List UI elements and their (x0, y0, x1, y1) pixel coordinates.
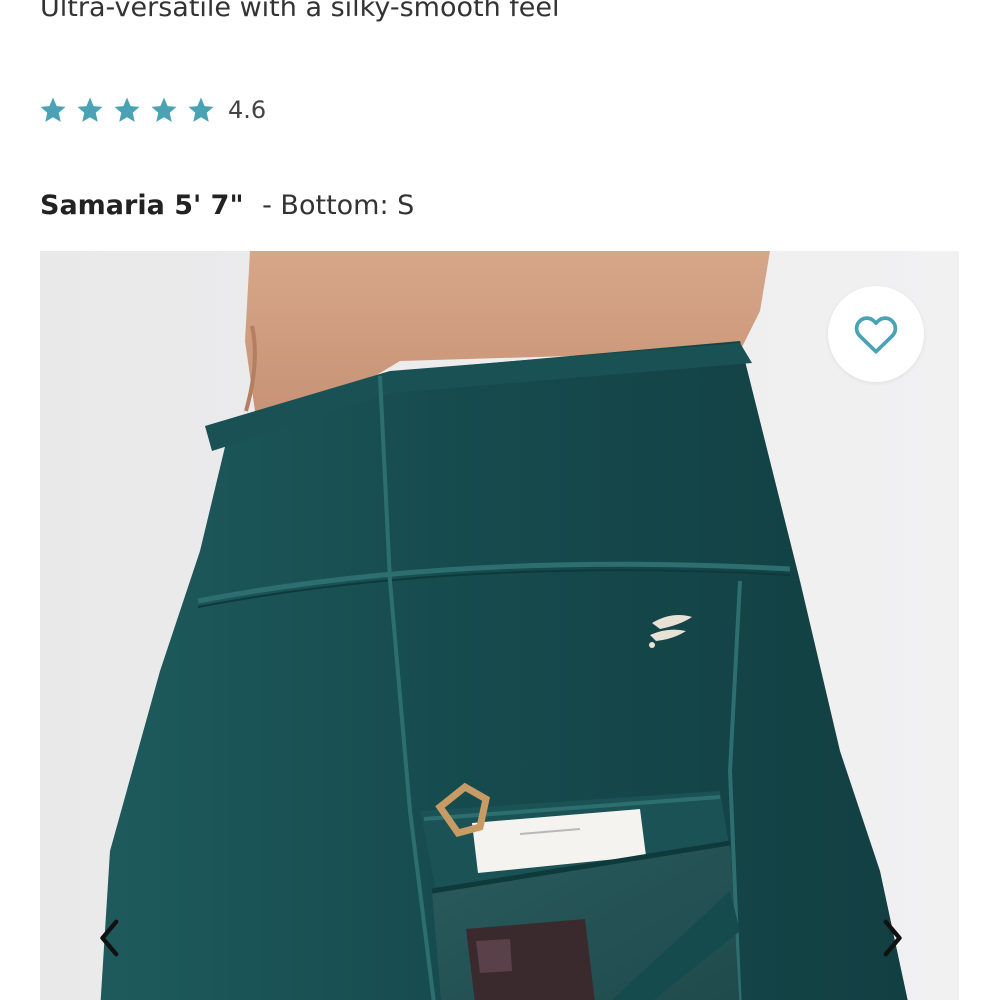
star-icon (38, 95, 68, 125)
previous-image-button[interactable] (88, 908, 132, 968)
model-size: - Bottom: S (262, 190, 415, 221)
product-photo (40, 251, 959, 1000)
next-image-button[interactable] (870, 908, 914, 968)
star-icon (149, 95, 179, 125)
model-info: Samaria 5' 7" - Bottom: S (40, 190, 414, 221)
favorite-button[interactable] (828, 286, 924, 382)
star-icon (75, 95, 105, 125)
heart-icon (854, 316, 898, 354)
product-page: Ultra-versatile with a silky-smooth feel… (0, 0, 1000, 1000)
model-name: Samaria 5' 7" (40, 190, 244, 221)
rating-value: 4.6 (228, 96, 267, 124)
star-icon (186, 95, 216, 125)
chevron-left-icon (100, 919, 119, 957)
product-image-carousel[interactable] (40, 251, 959, 1000)
star-icon (112, 95, 142, 125)
rating-row[interactable]: 4.6 (38, 95, 266, 125)
chevron-right-icon (883, 919, 902, 957)
product-subtitle: Ultra-versatile with a silky-smooth feel (40, 0, 560, 23)
